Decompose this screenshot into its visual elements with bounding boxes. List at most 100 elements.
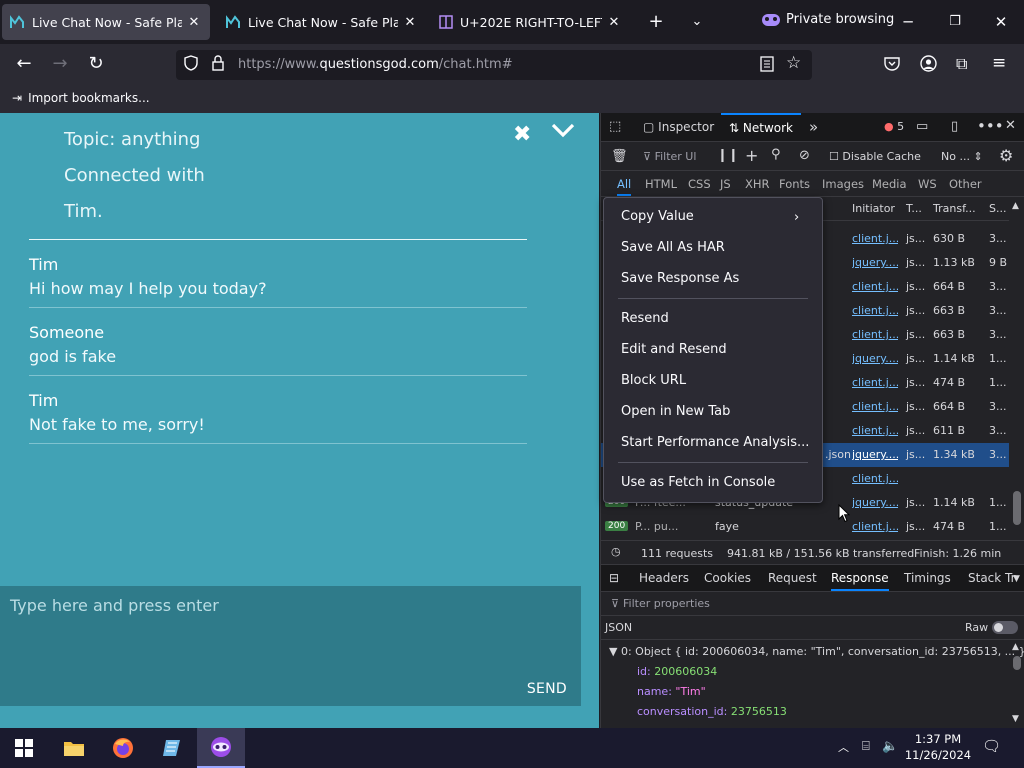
close-devtools-icon[interactable]: ✕ — [1005, 118, 1016, 133]
start-button[interactable] — [0, 728, 48, 768]
menu-item-open-in-new-tab[interactable]: Open in New Tab — [621, 404, 730, 419]
notes-app-icon[interactable] — [148, 728, 196, 768]
toggle-panel-icon[interactable]: ⊟ — [609, 571, 619, 585]
tab-live-chat-2[interactable]: Live Chat Now - Safe Place to Chat ✕ — [218, 4, 426, 40]
menu-item-start-performance-analysis[interactable]: Start Performance Analysis... — [621, 435, 809, 450]
shield-icon[interactable] — [184, 55, 198, 75]
close-chat-icon[interactable]: ✖ — [513, 122, 531, 147]
block-icon[interactable]: ⊘ — [799, 148, 810, 163]
firefox-private-icon[interactable] — [197, 728, 245, 768]
chevron-down-icon[interactable] — [551, 119, 575, 144]
volume-muted-icon[interactable]: 🔈 — [882, 739, 898, 754]
more-options-icon[interactable]: ••• — [977, 117, 1004, 135]
tab-cookies[interactable]: Cookies — [704, 571, 751, 585]
tab-stack-trace[interactable]: Stack Tr — [968, 571, 1016, 585]
import-bookmarks-button[interactable]: ⇥ Import bookmarks... — [12, 91, 150, 105]
menu-item-save-response-as[interactable]: Save Response As — [621, 271, 739, 286]
scroll-thumb[interactable] — [1013, 656, 1021, 670]
menu-item-use-as-fetch[interactable]: Use as Fetch in Console — [621, 475, 775, 490]
trash-icon[interactable]: 🗑 — [611, 149, 628, 164]
tab-network[interactable]: ⇅ Network — [721, 113, 801, 142]
tab-inspector[interactable]: ▢ Inspector — [643, 113, 714, 142]
request-list-scrollbar[interactable]: ▲ — [1011, 201, 1023, 527]
tab-timings[interactable]: Timings — [904, 571, 951, 585]
pause-icon[interactable]: ❙❙ — [717, 148, 739, 163]
tree-root-row[interactable]: ▼ 0: Object { id: 200606034, name: "Tim"… — [609, 645, 1024, 658]
tree-row[interactable]: id: 200606034 — [637, 665, 717, 678]
type-fonts[interactable]: Fonts — [779, 177, 810, 191]
tree-row[interactable]: name: "Tim" — [637, 685, 706, 698]
throttling-select[interactable]: No ... ⇕ — [941, 150, 983, 163]
file-explorer-icon[interactable] — [50, 728, 98, 768]
scroll-down-icon[interactable]: ▼ — [1012, 714, 1019, 724]
scroll-up-icon[interactable]: ▲ — [1012, 642, 1019, 652]
page-scrollbar[interactable] — [584, 113, 599, 728]
add-icon[interactable]: + — [745, 146, 758, 165]
type-js[interactable]: JS — [720, 177, 731, 191]
restore-icon[interactable]: ❐ — [941, 8, 969, 36]
firefox-icon[interactable] — [99, 728, 147, 768]
tab-close-icon[interactable]: ✕ — [402, 15, 418, 30]
type-images[interactable]: Images — [822, 177, 864, 191]
tab-live-chat-1[interactable]: Live Chat Now - Safe Place to Chat ✕ — [2, 4, 210, 40]
new-tab-icon[interactable]: + — [644, 10, 668, 34]
type-xhr[interactable]: XHR — [745, 177, 770, 191]
tab-unicode[interactable]: U+202E RIGHT-TO-LEFT OVERRIDE ✕ — [430, 4, 630, 40]
tab-request[interactable]: Request — [768, 571, 817, 585]
responsive-design-icon[interactable]: ▯ — [951, 119, 958, 134]
type-other[interactable]: Other — [949, 177, 982, 191]
system-clock[interactable]: 1:37 PM 11/26/2024 — [900, 731, 976, 763]
menu-item-resend[interactable]: Resend — [621, 311, 669, 326]
expand-triangle-icon[interactable]: ▼ — [609, 645, 617, 658]
element-picker-icon[interactable]: ⬚ — [609, 119, 621, 134]
extensions-puzzle-icon[interactable]: ⧉ — [956, 54, 967, 74]
column-transferred[interactable]: Transf... — [933, 202, 976, 215]
menu-item-block-url[interactable]: Block URL — [621, 373, 686, 388]
back-arrow-icon[interactable]: ← — [12, 52, 36, 76]
table-row[interactable]: 200 P... pu... faye client.j... js... 47… — [601, 515, 1009, 539]
minimize-icon[interactable]: ─ — [894, 8, 922, 36]
pocket-icon[interactable] — [884, 56, 900, 74]
column-type[interactable]: T... — [906, 202, 922, 215]
tab-close-icon[interactable]: ✕ — [606, 15, 622, 30]
network-icon[interactable]: ⌸ — [862, 739, 870, 754]
menu-item-copy-value[interactable]: Copy Value — [621, 209, 694, 224]
timer-icon[interactable]: ◷ — [611, 545, 621, 558]
send-button[interactable]: SEND — [527, 681, 567, 697]
account-icon[interactable] — [920, 55, 937, 75]
more-tabs-chevron-icon[interactable]: » — [809, 118, 818, 136]
column-size[interactable]: S... — [989, 202, 1006, 215]
lock-icon[interactable] — [212, 55, 224, 74]
type-ws[interactable]: WS — [918, 177, 937, 191]
error-count-badge[interactable]: ● 5 — [884, 120, 904, 133]
tray-chevron-up-icon[interactable]: ︿ — [838, 739, 849, 755]
notifications-icon[interactable]: 🗨 — [982, 737, 1001, 755]
type-all[interactable]: All — [617, 177, 632, 196]
raw-toggle[interactable] — [992, 621, 1018, 634]
gear-icon[interactable]: ⚙ — [999, 146, 1013, 165]
json-tree-scrollbar[interactable]: ▲ ▼ — [1011, 642, 1023, 726]
forward-arrow-icon[interactable]: → — [48, 52, 72, 76]
bookmark-star-icon[interactable]: ☆ — [786, 53, 801, 73]
reader-view-icon[interactable] — [760, 56, 774, 75]
scroll-up-icon[interactable]: ▲ — [1012, 201, 1019, 211]
type-css[interactable]: CSS — [688, 177, 711, 191]
filter-properties-bar[interactable]: ⊽ Filter properties — [601, 592, 1024, 616]
reload-icon[interactable]: ↻ — [84, 52, 108, 76]
list-all-tabs-icon[interactable]: ⌄ — [685, 10, 709, 34]
menu-item-edit-and-resend[interactable]: Edit and Resend — [621, 342, 727, 357]
search-icon[interactable]: ⚲ — [771, 147, 781, 162]
tab-response[interactable]: Response — [831, 571, 889, 591]
filter-urls-input[interactable]: ⊽ Filter Ul — [643, 150, 696, 163]
scroll-thumb[interactable] — [1013, 491, 1021, 525]
type-media[interactable]: Media — [872, 177, 907, 191]
more-subtabs-icon[interactable]: ▼ — [1013, 574, 1020, 584]
column-initiator[interactable]: Initiator — [852, 202, 895, 215]
hamburger-menu-icon[interactable]: ≡ — [992, 53, 1006, 73]
type-html[interactable]: HTML — [645, 177, 677, 191]
address-bar[interactable]: https://www.questionsgod.com/chat.htm# ☆ — [176, 50, 812, 80]
tab-headers[interactable]: Headers — [639, 571, 689, 585]
dock-layout-icon[interactable]: ▭ — [916, 119, 928, 134]
filter-properties-input[interactable]: Filter properties — [623, 597, 710, 610]
tab-close-icon[interactable]: ✕ — [186, 15, 202, 30]
